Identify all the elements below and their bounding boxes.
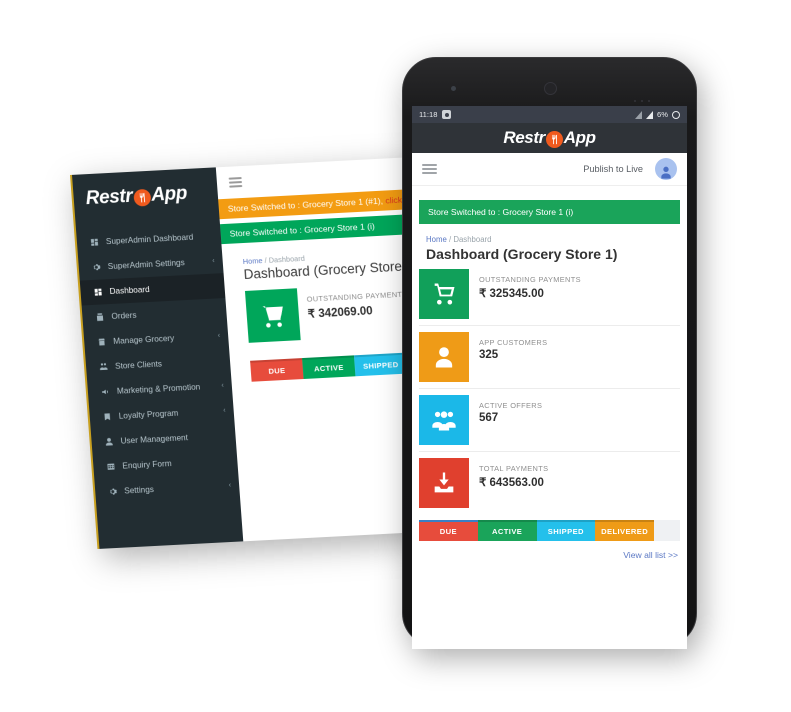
phone-stat-value: ₹ 325345.00 — [479, 288, 544, 300]
view-all-list-link[interactable]: View all list >> — [412, 550, 678, 560]
camera-status-icon — [442, 110, 452, 119]
phone-stat-card-active-offers[interactable]: ACTIVE OFFERS 567 — [419, 395, 680, 452]
phone-toolbar: Publish to Live — [412, 153, 687, 186]
chevron-left-icon: ‹ — [223, 407, 226, 415]
download-inbox-icon — [419, 458, 469, 508]
breadcrumb-separator: / — [448, 235, 452, 244]
gear-icon — [90, 262, 103, 272]
phone-button-active[interactable]: ACTIVE — [477, 520, 537, 541]
desktop-nav-list: SuperAdmin Dashboard SuperAdmin Settings… — [76, 223, 240, 505]
dashboard-icon — [88, 238, 101, 248]
desktop-logo[interactable]: Restr App — [72, 167, 219, 224]
sidebar-label: Marketing & Promotion — [116, 382, 201, 396]
shopping-cart-icon — [244, 288, 301, 343]
sidebar-label: Dashboard — [109, 284, 150, 297]
fork-spoon-icon — [545, 130, 563, 148]
phone-page-title: Dashboard (Grocery Store 1) — [426, 246, 618, 262]
screenshot-stage: Restr App SuperAdmin Dashboard SuperAdmi… — [0, 0, 791, 712]
phone-stat-value: 325 — [479, 349, 499, 361]
battery-empty-icon — [672, 110, 680, 119]
phone-screen: 11:18 6% Restr App Publish to Live Store… — [412, 106, 687, 649]
user-icon — [102, 437, 115, 447]
battery-percent-text: 6% — [657, 110, 668, 119]
phone-stat-caption: TOTAL PAYMENTS — [479, 464, 549, 473]
fork-spoon-icon — [132, 188, 152, 207]
store-clients-icon — [97, 362, 110, 372]
sidebar-label: SuperAdmin Settings — [107, 258, 185, 272]
phone-content-spacer — [412, 186, 687, 200]
signal-bars-icon — [635, 110, 643, 119]
phone-button-due[interactable]: DUE — [419, 520, 478, 541]
logo-text-part1: Restr — [503, 128, 545, 147]
phone-status-bar: 11:18 6% — [412, 106, 687, 123]
phone-button-delivered[interactable]: DELIVERED — [595, 520, 654, 541]
user-avatar-icon[interactable] — [655, 158, 677, 180]
sidebar-label: User Management — [120, 433, 189, 446]
phone-stat-value: ₹ 643563.00 — [479, 477, 544, 489]
phone-alert-success: Store Switched to : Grocery Store 1 (i) — [419, 200, 680, 224]
breadcrumb-current: Dashboard — [453, 235, 492, 244]
publish-to-live-label[interactable]: Publish to Live — [583, 164, 643, 174]
sidebar-label: Store Clients — [114, 359, 163, 371]
breadcrumb-separator: / — [264, 255, 267, 265]
gear-icon — [106, 487, 119, 497]
phone-stat-card-outstanding-payments[interactable]: OUTSTANDING PAYMENTS ₹ 325345.00 — [419, 269, 680, 326]
breadcrumb-home[interactable]: Home — [426, 235, 447, 244]
single-user-icon — [419, 332, 469, 382]
chevron-left-icon: ‹ — [217, 332, 221, 340]
front-camera-icon — [451, 86, 456, 91]
alert-warning-text: Store Switched to : Grocery Store 1 (#1)… — [227, 195, 384, 214]
desktop-button-active[interactable]: ACTIVE — [302, 355, 356, 380]
phone-status-buttons: DUE ACTIVE SHIPPED DELIVERED — [419, 520, 680, 541]
phone-brand-bar: Restr App — [412, 123, 687, 153]
group-users-icon — [419, 395, 469, 445]
desktop-button-shipped[interactable]: SHIPPED — [353, 352, 408, 377]
breadcrumb-home[interactable]: Home — [242, 256, 262, 266]
chevron-left-icon: ‹ — [221, 382, 225, 390]
signal-bars-icon-2 — [646, 110, 654, 119]
phone-stat-card-total-payments[interactable]: TOTAL PAYMENTS ₹ 643563.00 — [419, 458, 680, 514]
phone-stat-list: OUTSTANDING PAYMENTS ₹ 325345.00 APP CUS… — [419, 269, 680, 514]
phone-stat-value: 567 — [479, 412, 499, 424]
phone-stat-card-app-customers[interactable]: APP CUSTOMERS 325 — [419, 332, 680, 389]
phone-button-spacer — [654, 520, 680, 541]
earpiece-speaker-icon — [544, 82, 557, 95]
desktop-button-due[interactable]: DUE — [250, 358, 304, 382]
chevron-left-icon: ‹ — [212, 257, 215, 265]
sensor-dots-icon — [634, 89, 656, 102]
phone-stat-caption: APP CUSTOMERS — [479, 338, 548, 347]
megaphone-icon — [99, 387, 112, 397]
grocery-icon — [95, 337, 108, 347]
sidebar-label: Enquiry Form — [122, 459, 172, 471]
alert-warning-link[interactable]: click — [385, 195, 402, 206]
orders-icon — [93, 312, 106, 322]
chevron-left-icon: ‹ — [228, 481, 232, 490]
desktop-stat-value: ₹ 342069.00 — [307, 305, 374, 321]
logo-text-part2: App — [563, 128, 596, 147]
logo-text-part1: Restr — [85, 185, 134, 210]
dashboard-icon — [91, 287, 104, 297]
phone-button-shipped[interactable]: SHIPPED — [536, 520, 596, 541]
loyalty-icon — [100, 412, 113, 422]
table-icon — [104, 462, 117, 472]
phone-stat-caption: OUTSTANDING PAYMENTS — [479, 275, 581, 284]
hamburger-menu-icon[interactable] — [228, 174, 243, 190]
phone-dashboard-mockup: 11:18 6% Restr App Publish to Live Store… — [402, 57, 697, 649]
status-time: 11:18 — [419, 110, 438, 119]
sidebar-label: SuperAdmin Dashboard — [105, 232, 194, 247]
sidebar-label: Manage Grocery — [112, 333, 175, 346]
phone-stat-caption: ACTIVE OFFERS — [479, 401, 543, 410]
phone-breadcrumb: Home / Dashboard — [426, 235, 687, 244]
shopping-cart-icon — [419, 269, 469, 319]
sidebar-label: Orders — [111, 310, 137, 321]
sidebar-label: Loyalty Program — [118, 408, 179, 421]
desktop-sidebar: Restr App SuperAdmin Dashboard SuperAdmi… — [70, 167, 244, 549]
sidebar-label: Settings — [123, 484, 155, 496]
hamburger-menu-icon[interactable] — [422, 161, 437, 176]
logo-text-part2: App — [150, 182, 188, 206]
